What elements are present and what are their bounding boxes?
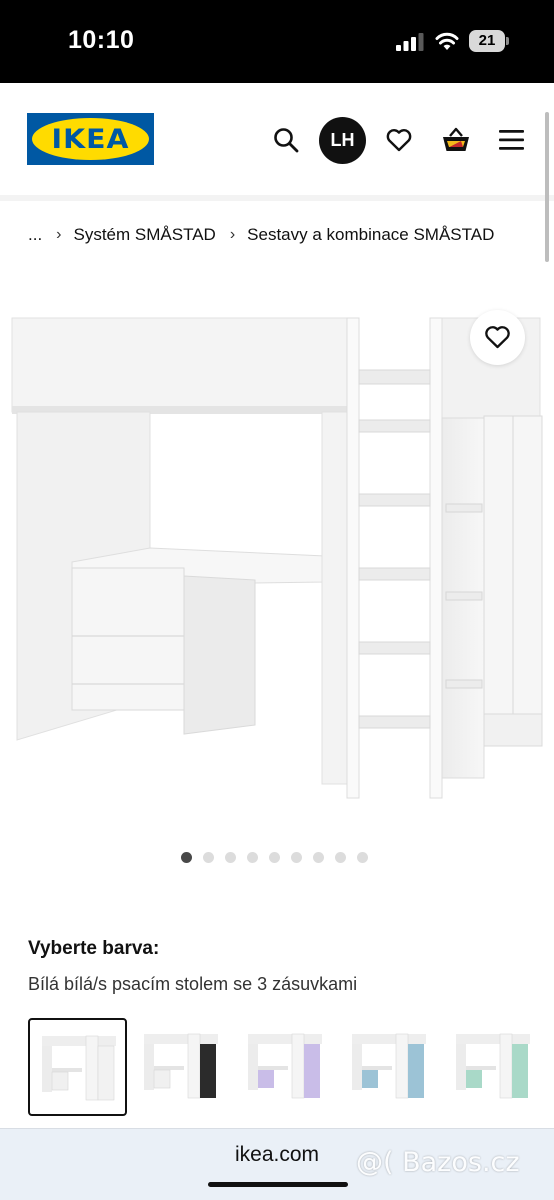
header-divider: [0, 195, 554, 201]
heart-icon: [485, 326, 510, 349]
color-heading: Vyberte barva:: [28, 938, 160, 959]
battery-level: 21: [478, 32, 496, 49]
product-image[interactable]: [0, 300, 554, 820]
status-bar: 10:10 21: [0, 0, 554, 83]
swatch-dark[interactable]: [132, 1018, 231, 1116]
breadcrumb-ellipsis[interactable]: ...: [28, 225, 42, 245]
carousel-dot[interactable]: [269, 852, 280, 863]
wifi-icon: [435, 32, 459, 50]
logo-text: IKEA: [51, 124, 130, 155]
breadcrumb: ... › Systém SMÅSTAD › Sestavy a kombina…: [28, 223, 494, 247]
search-icon[interactable]: [273, 127, 299, 153]
basket-icon[interactable]: [440, 126, 472, 154]
scrollbar[interactable]: [545, 112, 549, 262]
heart-icon[interactable]: [386, 128, 412, 152]
chevron-right-icon: ›: [56, 226, 62, 243]
swatch-blue[interactable]: [340, 1018, 439, 1116]
signal-icon: [396, 33, 424, 51]
carousel-dots: [181, 852, 368, 864]
carousel-dot[interactable]: [335, 852, 346, 863]
carousel-dot[interactable]: [313, 852, 324, 863]
favorite-button[interactable]: [470, 310, 525, 365]
carousel-dot[interactable]: [247, 852, 258, 863]
carousel-dot[interactable]: [203, 852, 214, 863]
browser-url-bar[interactable]: ikea.com @( Bazos.cz: [0, 1128, 554, 1200]
status-time: 10:10: [68, 26, 135, 54]
chevron-right-icon: ›: [229, 226, 236, 243]
swatch-white[interactable]: [28, 1018, 127, 1116]
carousel-dot[interactable]: [291, 852, 302, 863]
breadcrumb-system-smastad[interactable]: Systém SMÅSTAD: [74, 225, 216, 245]
swatch-mint[interactable]: [444, 1018, 543, 1116]
menu-icon[interactable]: [499, 129, 524, 151]
carousel-dot[interactable]: [225, 852, 236, 863]
carousel-dot[interactable]: [357, 852, 368, 863]
avatar[interactable]: LH: [319, 117, 366, 164]
watermark: @( Bazos.cz: [356, 1147, 520, 1178]
ikea-logo[interactable]: IKEA: [27, 113, 154, 165]
battery-icon: 21: [469, 30, 509, 52]
breadcrumb-combinations-smastad[interactable]: Sestavy a kombinace SMÅSTAD: [247, 225, 494, 245]
color-swatches: [28, 1018, 554, 1116]
carousel-dot-active[interactable]: [181, 852, 192, 863]
swatch-lilac[interactable]: [236, 1018, 335, 1116]
home-indicator[interactable]: [208, 1182, 348, 1187]
site-header: IKEA LH: [0, 83, 554, 195]
color-value: Bílá bílá/s psacím stolem se 3 zásuvkami: [28, 974, 358, 994]
